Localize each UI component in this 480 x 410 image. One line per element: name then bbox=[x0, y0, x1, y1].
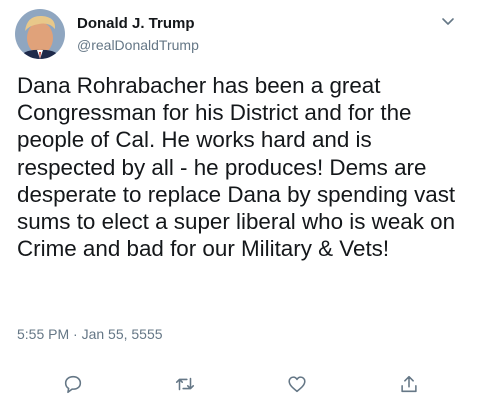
retweet-icon bbox=[175, 377, 195, 391]
tweet-text: Dana Rohrabacher has been a great Congre… bbox=[17, 73, 456, 262]
avatar-image bbox=[15, 9, 65, 59]
author-name[interactable]: Donald J. Trump bbox=[77, 15, 195, 32]
reply-icon bbox=[64, 375, 82, 394]
reply-button[interactable] bbox=[59, 370, 87, 398]
share-button[interactable] bbox=[395, 370, 423, 398]
retweet-button[interactable] bbox=[171, 370, 199, 398]
author-handle[interactable]: @realDonaldTrump bbox=[77, 37, 199, 53]
tweet-actions bbox=[0, 370, 480, 400]
share-icon bbox=[401, 375, 417, 393]
avatar[interactable] bbox=[15, 9, 65, 59]
chevron-down-icon[interactable] bbox=[440, 13, 456, 29]
heart-icon bbox=[288, 376, 306, 393]
tweet-timestamp[interactable]: 5:55 PM · Jan 55, 5555 bbox=[17, 326, 163, 342]
like-button[interactable] bbox=[283, 370, 311, 398]
